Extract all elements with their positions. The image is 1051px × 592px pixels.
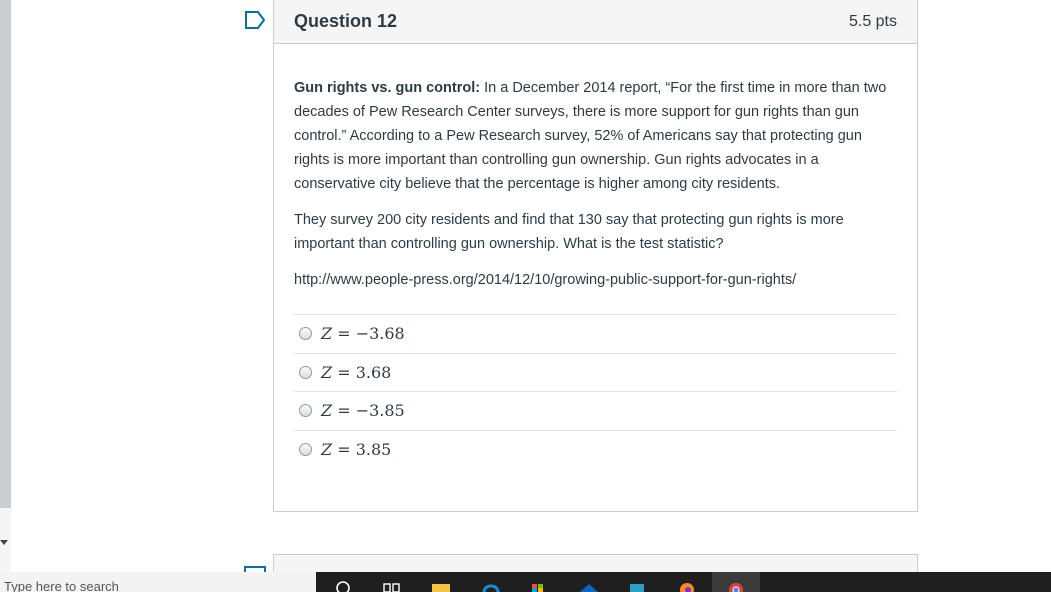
task-view-icon[interactable]	[380, 576, 402, 592]
store-icon[interactable]	[528, 576, 550, 592]
answer-list: Z = −3.68 Z = 3.68 Z = −3.85 Z = 3.85	[294, 314, 897, 469]
question-title: Question 12	[294, 11, 398, 31]
question-topic: Gun rights vs. gun control:	[294, 80, 481, 96]
answer-var: Z	[321, 362, 333, 382]
answer-label: Z = −3.68	[321, 324, 405, 343]
question-header: Question 12 5.5 pts	[274, 0, 917, 44]
answer-label: Z = −3.85	[321, 401, 405, 420]
taskbar-search-input[interactable]: Type here to search	[0, 572, 316, 592]
network-app-icon[interactable]	[626, 576, 648, 592]
question-card: Question 12 5.5 pts Gun rights vs. gun c…	[273, 0, 918, 512]
answer-value: −3.85	[355, 401, 405, 421]
question-body: Gun rights vs. gun control: In a Decembe…	[274, 44, 917, 469]
left-scrollbar-track[interactable]	[0, 0, 11, 508]
radio-button-icon[interactable]	[299, 365, 312, 379]
file-explorer-icon[interactable]	[430, 576, 452, 592]
chrome-icon[interactable]	[725, 576, 747, 592]
answer-var: Z	[321, 324, 333, 344]
answer-eq: =	[332, 401, 356, 421]
answer-eq: =	[332, 440, 356, 460]
answer-value: −3.68	[355, 324, 405, 344]
answer-option[interactable]: Z = 3.85	[294, 431, 897, 470]
mail-icon[interactable]	[578, 576, 600, 592]
answer-option[interactable]: Z = −3.85	[294, 392, 897, 431]
flag-question-icon[interactable]	[244, 11, 266, 29]
question-intro: In a December 2014 report, “For the firs…	[294, 80, 887, 192]
answer-var: Z	[321, 401, 333, 421]
question-prompt: They survey 200 city residents and find …	[294, 212, 844, 252]
cortana-icon[interactable]	[332, 576, 354, 592]
answer-var: Z	[321, 440, 333, 460]
radio-button-icon[interactable]	[299, 327, 312, 341]
question-points: 5.5 pts	[848, 12, 897, 30]
answer-option[interactable]: Z = 3.68	[294, 354, 897, 392]
firefox-icon[interactable]	[676, 576, 698, 592]
windows-taskbar: Type here to search	[0, 572, 1051, 592]
answer-option[interactable]: Z = −3.68	[294, 315, 897, 354]
radio-button-icon[interactable]	[299, 404, 312, 418]
answer-value: 3.85	[355, 440, 392, 460]
answer-label: Z = 3.85	[321, 440, 391, 459]
scroll-down-arrow-icon[interactable]	[0, 540, 8, 545]
source-url: http://www.people-press.org/2014/12/10/g…	[294, 272, 797, 288]
answer-label: Z = 3.68	[321, 363, 391, 382]
question-text: Gun rights vs. gun control: In a Decembe…	[294, 76, 897, 196]
edge-browser-icon[interactable]	[480, 576, 502, 592]
answer-eq: =	[332, 324, 356, 344]
answer-value: 3.68	[355, 362, 392, 382]
answer-eq: =	[332, 362, 356, 382]
radio-button-icon[interactable]	[299, 443, 312, 457]
